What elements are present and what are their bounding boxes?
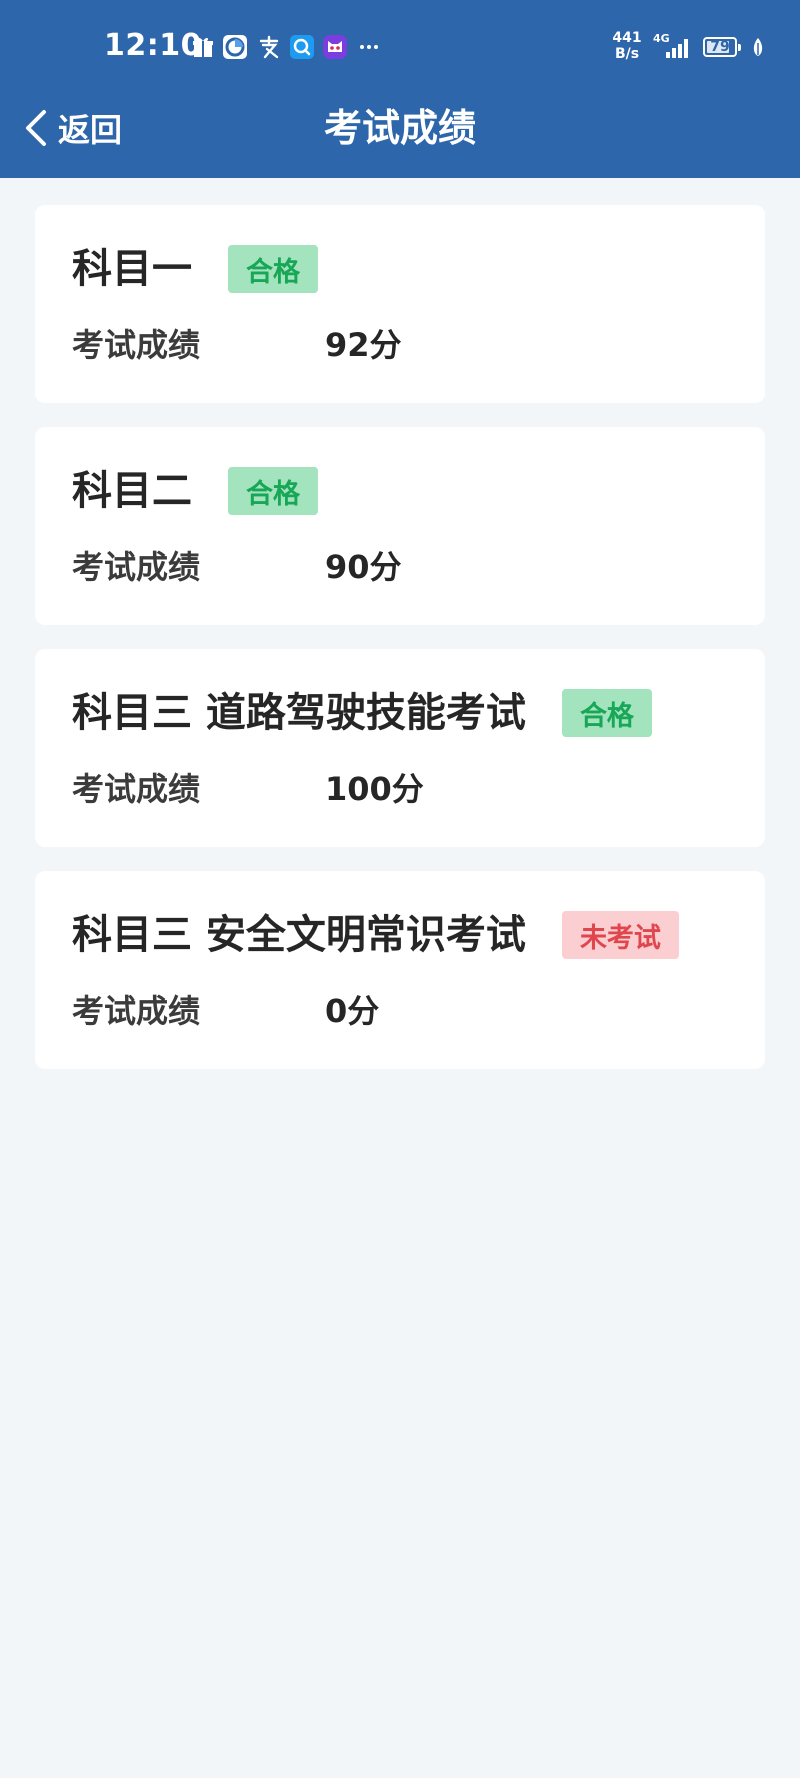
- status-badge: 合格: [561, 689, 652, 737]
- signal-icon: [664, 34, 694, 60]
- card-header: 科目三 安全文明常识考试 未考试: [72, 909, 679, 961]
- more-dots-icon: [356, 34, 382, 60]
- network-speed: 441 B/s: [610, 30, 644, 62]
- alipay-icon: [256, 34, 282, 60]
- search-app-icon: [289, 34, 315, 60]
- battery-level: 79: [710, 39, 730, 55]
- score-value: 100分: [325, 770, 424, 808]
- result-card: 科目一 合格 考试成绩 92分: [35, 205, 765, 403]
- card-header: 科目一 合格: [72, 243, 318, 295]
- status-badge: 合格: [228, 467, 318, 515]
- app-header: 12:10 441 B/s 4G 79 返回 考试成绩: [0, 0, 800, 178]
- score-value: 90分: [325, 548, 402, 586]
- result-list: 科目一 合格 考试成绩 92分 科目二 合格 考试成绩 90分 科目三 道路驾驶…: [35, 205, 765, 1093]
- score-row: 考试成绩 90分: [72, 545, 402, 589]
- score-label: 考试成绩: [72, 548, 201, 586]
- card-header: 科目二 合格: [72, 465, 318, 517]
- result-card: 科目三 道路驾驶技能考试 合格 考试成绩 100分: [35, 649, 765, 847]
- result-card: 科目三 安全文明常识考试 未考试 考试成绩 0分: [35, 871, 765, 1069]
- network-speed-value: 441: [612, 30, 642, 46]
- score-value: 0分: [325, 992, 380, 1030]
- score-row: 考试成绩 100分: [72, 767, 424, 811]
- browser-icon: [222, 34, 248, 60]
- score-row: 考试成绩 0分: [72, 989, 379, 1033]
- card-header: 科目三 道路驾驶技能考试 合格: [72, 687, 652, 739]
- score-row: 考试成绩 92分: [72, 323, 402, 367]
- result-card: 科目二 合格 考试成绩 90分: [35, 427, 765, 625]
- cat-app-icon: [322, 34, 348, 60]
- network-speed-unit: B/s: [614, 46, 640, 62]
- leaf-icon: [750, 34, 766, 60]
- score-value: 92分: [325, 326, 402, 364]
- score-label: 考试成绩: [72, 326, 201, 364]
- score-label: 考试成绩: [72, 770, 201, 808]
- subject-title: 科目三 道路驾驶技能考试: [72, 690, 526, 736]
- gift-icon: [190, 34, 216, 60]
- subject-title: 科目二: [72, 468, 192, 514]
- status-time: 12:10: [104, 28, 202, 63]
- score-label: 考试成绩: [72, 992, 201, 1030]
- status-badge: 合格: [228, 245, 318, 293]
- subject-title: 科目一: [72, 246, 192, 292]
- status-badge: 未考试: [561, 911, 679, 959]
- page-title: 考试成绩: [323, 106, 476, 150]
- status-bar: 12:10 441 B/s 4G 79: [0, 0, 800, 96]
- subject-title: 科目三 安全文明常识考试: [72, 912, 526, 958]
- battery-indicator: 79: [703, 37, 741, 57]
